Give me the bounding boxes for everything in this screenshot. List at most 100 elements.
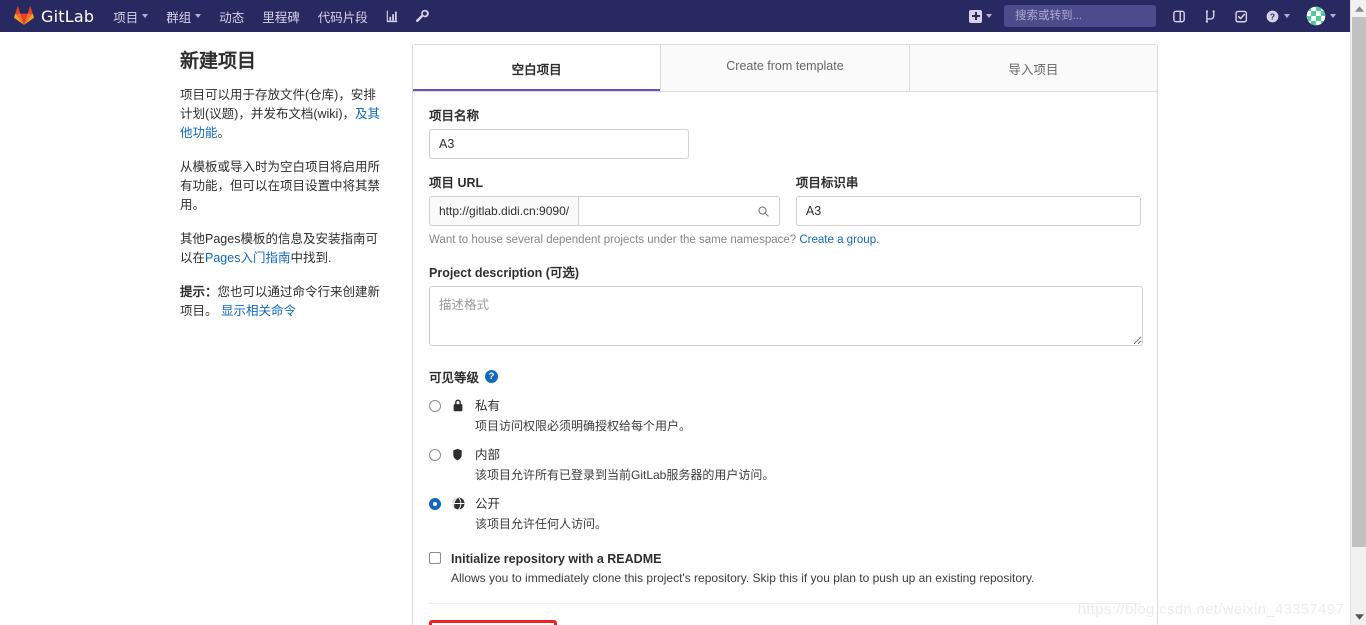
new-project-container: 新建项目 项目可以用于存放文件(仓库)，安排计划(议题)，并发布文档(wiki)… (180, 32, 1170, 625)
help-dropdown[interactable]: ? (1257, 0, 1298, 32)
visibility-radio-public[interactable] (429, 498, 441, 510)
visibility-option-public[interactable]: 公开 该项目允许任何人访问。 (429, 495, 1141, 533)
nav-item-projects[interactable]: 项目 (104, 0, 157, 32)
project-description-textarea[interactable] (429, 286, 1143, 346)
chevron-down-icon (1284, 14, 1290, 18)
create-project-highlight: Create project (429, 620, 558, 625)
visibility-internal-name: 内部 (475, 448, 501, 462)
visibility-private-text: 私有 项目访问权限必须明确授权给每个用户。 (475, 397, 691, 435)
intro-paragraph-1: 项目可以用于存放文件(仓库)，安排计划(议题)，并发布文档(wiki)，及其他功… (180, 86, 388, 143)
project-description-group: Project description (可选) (429, 262, 1143, 351)
visibility-private-desc: 项目访问权限必须明确授权给每个用户。 (475, 419, 692, 433)
initialize-readme-label: Initialize repository with a README (451, 552, 662, 566)
gitlab-brand[interactable]: GitLab (0, 6, 104, 26)
merge-requests-button[interactable] (1195, 0, 1226, 32)
form-actions: Create project Cancel (429, 603, 1141, 625)
project-url-label: 项目 URL (429, 176, 484, 190)
screen-root: GitLab 项目 群组 动态 里程碑 代码片段 搜索或转到... ? 新建项目… (0, 0, 1366, 625)
project-create-tabs: 空白项目 Create from template 导入项目 (413, 45, 1157, 92)
nav-item-milestones[interactable]: 里程碑 (253, 0, 309, 32)
global-search[interactable] (1004, 5, 1171, 27)
wrench-icon (415, 9, 429, 22)
show-commands-link[interactable]: 显示相关命令 (221, 304, 296, 318)
namespace-help-text: Want to house several dependent projects… (429, 232, 1141, 248)
project-description-label: Project description (可选) (429, 266, 580, 280)
help-circle-icon: ? (1266, 10, 1279, 22)
vertical-scrollbar[interactable] (1350, 0, 1366, 625)
namespace-select[interactable] (578, 196, 780, 226)
scroll-down-arrow-icon[interactable] (1351, 608, 1366, 625)
tip-label: 提示： (180, 285, 218, 299)
visibility-internal-desc: 该项目允许所有已登录到当前GitLab服务器的用户访问。 (475, 468, 775, 482)
visibility-public-name: 公开 (475, 497, 501, 511)
project-form: 项目名称 项目 URL http://gitlab.didi.cn:9090/ (413, 92, 1157, 625)
nav-item-analytics[interactable] (377, 0, 407, 32)
top-navbar: GitLab 项目 群组 动态 里程碑 代码片段 搜索或转到... ? (0, 0, 1350, 32)
tab-create-from-template[interactable]: Create from template (661, 45, 910, 91)
user-menu-dropdown[interactable] (1298, 0, 1344, 32)
project-name-input[interactable] (429, 129, 689, 159)
nav-item-admin[interactable] (407, 0, 437, 32)
nav-item-milestones-label: 里程碑 (262, 10, 300, 25)
search-input[interactable] (1013, 9, 1171, 23)
lock-icon (451, 398, 467, 435)
navbar-right-menu: ? (961, 0, 1350, 32)
project-url-prefix: http://gitlab.didi.cn:9090/ (429, 196, 579, 226)
nav-item-groups-label: 群组 (166, 10, 192, 25)
project-name-label: 项目名称 (429, 109, 480, 123)
visibility-internal-text: 内部 该项目允许所有已登录到当前GitLab服务器的用户访问。 (475, 446, 774, 484)
pages-guide-link[interactable]: Pages入门指南 (205, 251, 290, 265)
shield-icon (451, 447, 467, 484)
namespace-help-label: Want to house several dependent projects… (429, 234, 797, 246)
search-icon (757, 205, 770, 223)
url-slug-row: 项目 URL http://gitlab.didi.cn:9090/ 项目标识串… (429, 172, 1141, 226)
scrollbar-thumb[interactable] (1352, 17, 1366, 547)
scroll-up-arrow-icon[interactable] (1351, 0, 1366, 17)
project-slug-input[interactable] (795, 196, 1141, 226)
create-a-group-link[interactable]: Create a group. (799, 234, 879, 246)
merge-request-icon (1205, 9, 1215, 23)
new-item-dropdown[interactable] (961, 0, 1000, 32)
visibility-public-text: 公开 该项目允许任何人访问。 (475, 495, 607, 533)
visibility-level-label: 可见等级 (429, 371, 480, 385)
project-slug-group: 项目标识串 (795, 172, 1141, 226)
issues-icon (1173, 10, 1185, 22)
visibility-option-private[interactable]: 私有 项目访问权限必须明确授权给每个用户。 (429, 397, 1141, 435)
visibility-radio-private[interactable] (429, 400, 441, 412)
nav-item-snippets[interactable]: 代码片段 (309, 0, 377, 32)
intro-paragraph-3-tail: 中找到. (290, 251, 332, 265)
chevron-down-icon (986, 14, 992, 18)
visibility-option-internal[interactable]: 内部 该项目允许所有已登录到当前GitLab服务器的用户访问。 (429, 446, 1141, 484)
plus-square-icon (969, 9, 982, 23)
visibility-level-group: 可见等级 ? 私有 项目访问权限必须明确授权给每个用户。 内部 该项目允许所有已… (429, 367, 1141, 533)
chevron-down-icon (1330, 14, 1336, 18)
initialize-readme-desc: Allows you to immediately clone this pro… (451, 571, 1035, 585)
visibility-public-desc: 该项目允许任何人访问。 (475, 517, 608, 531)
nav-item-activity[interactable]: 动态 (210, 0, 253, 32)
visibility-private-name: 私有 (475, 399, 501, 413)
help-circle-icon[interactable]: ? (485, 370, 499, 383)
visibility-level-title: 可见等级 ? (429, 367, 1141, 386)
nav-item-activity-label: 动态 (219, 10, 245, 25)
intro-paragraph-1-tail: 。 (217, 126, 231, 140)
gitlab-tanuki-logo (14, 6, 34, 26)
chevron-down-icon (142, 14, 149, 18)
analytics-chart-icon (386, 10, 398, 23)
project-slug-label: 项目标识串 (795, 176, 859, 190)
page-title: 新建项目 (180, 51, 257, 72)
tab-blank-project[interactable]: 空白项目 (413, 45, 662, 91)
todos-button[interactable] (1226, 0, 1257, 32)
new-project-description-column: 新建项目 项目可以用于存放文件(仓库)，安排计划(议题)，并发布文档(wiki)… (180, 44, 412, 625)
visibility-radio-internal[interactable] (429, 449, 441, 461)
new-project-panel: 空白项目 Create from template 导入项目 项目名称 项目 U… (412, 44, 1158, 625)
nav-item-groups[interactable]: 群组 (157, 0, 210, 32)
project-url-group: 项目 URL http://gitlab.didi.cn:9090/ (429, 172, 780, 226)
project-url-input-group: http://gitlab.didi.cn:9090/ (429, 196, 780, 226)
tab-import-project[interactable]: 导入项目 (909, 45, 1157, 91)
page-content: 新建项目 项目可以用于存放文件(仓库)，安排计划(议题)，并发布文档(wiki)… (0, 32, 1350, 625)
globe-icon (451, 496, 467, 533)
svg-text:?: ? (1270, 11, 1275, 21)
initialize-readme-checkbox[interactable] (429, 552, 441, 564)
navbar-main-menu: 项目 群组 动态 里程碑 代码片段 (104, 0, 437, 32)
initialize-readme-group[interactable]: Initialize repository with a README Allo… (429, 550, 1141, 585)
